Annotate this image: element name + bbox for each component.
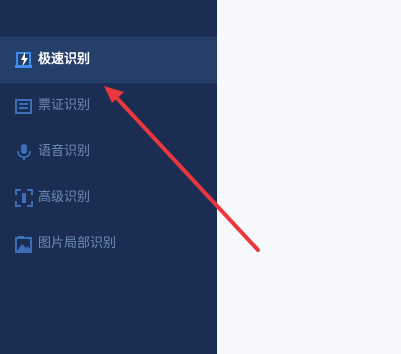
lightning-document-icon xyxy=(15,52,32,68)
content-area xyxy=(217,0,401,354)
microphone-icon xyxy=(17,144,31,160)
scan-frame-icon xyxy=(15,189,33,207)
sidebar-item-label: 图片局部识别 xyxy=(38,236,117,251)
sidebar-item-label: 高级识别 xyxy=(38,190,91,205)
sidebar-item-image-region-recognition[interactable]: 图片局部识别 xyxy=(0,221,217,267)
sidebar: 极速识别 票证识别 语音识别 高级识别 图片局部识别 xyxy=(0,0,217,354)
sidebar-item-label: 语音识别 xyxy=(38,144,91,159)
sidebar-item-label: 票证识别 xyxy=(38,98,91,113)
app-window: 极速识别 票证识别 语音识别 高级识别 图片局部识别 xyxy=(0,0,401,354)
sidebar-item-advanced-recognition[interactable]: 高级识别 xyxy=(0,175,217,221)
image-region-icon xyxy=(15,236,32,253)
sidebar-item-voice-recognition[interactable]: 语音识别 xyxy=(0,129,217,175)
sidebar-item-ticket-recognition[interactable]: 票证识别 xyxy=(0,83,217,129)
sidebar-item-label: 极速识别 xyxy=(38,52,91,67)
sidebar-item-fast-recognition[interactable]: 极速识别 xyxy=(0,37,217,83)
ticket-icon xyxy=(15,99,32,114)
